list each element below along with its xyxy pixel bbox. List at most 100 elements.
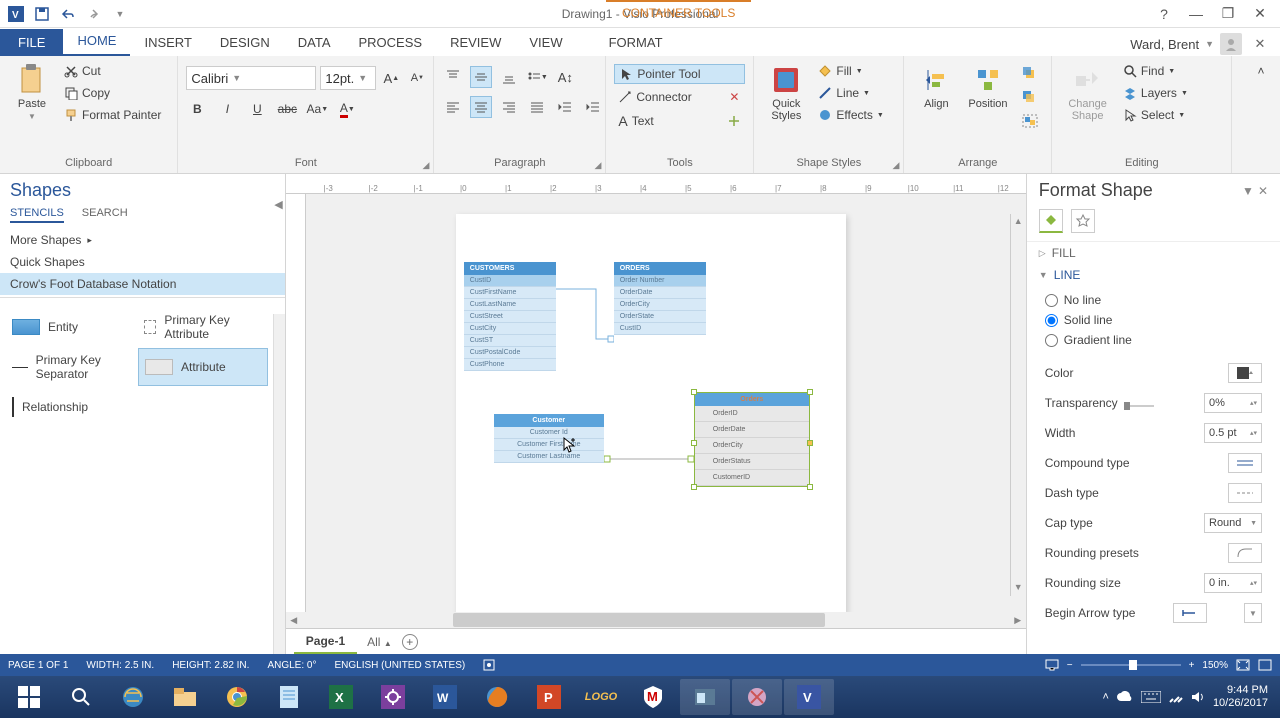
stencils-tab[interactable]: STENCILS: [10, 207, 64, 223]
italic-icon[interactable]: I: [216, 98, 238, 120]
tab-design[interactable]: DESIGN: [206, 29, 284, 56]
text-direction-icon[interactable]: A↕: [554, 66, 576, 88]
taskbar-excel[interactable]: X: [316, 679, 366, 715]
close-window-icon[interactable]: ✕: [1248, 2, 1272, 26]
zoom-level[interactable]: 150%: [1202, 660, 1228, 671]
user-avatar-icon[interactable]: [1220, 33, 1242, 55]
line-section-toggle[interactable]: ▼LINE: [1027, 264, 1280, 286]
underline-icon[interactable]: U: [246, 98, 268, 120]
shape-attribute[interactable]: Attribute: [138, 348, 268, 386]
tab-view[interactable]: VIEW: [515, 29, 576, 56]
align-right-icon[interactable]: [498, 96, 520, 118]
zoom-out-icon[interactable]: −: [1067, 660, 1073, 671]
select-button[interactable]: Select▼: [1119, 106, 1192, 124]
add-page-icon[interactable]: +: [402, 634, 418, 650]
increase-font-icon[interactable]: A▲: [380, 67, 402, 89]
shape-pk-attribute[interactable]: Primary Key Attribute: [138, 308, 268, 346]
taskbar-app1[interactable]: [680, 679, 730, 715]
pointer-tool-button[interactable]: Pointer Tool: [614, 64, 745, 84]
align-center-icon[interactable]: [470, 96, 492, 118]
status-language[interactable]: ENGLISH (UNITED STATES): [334, 660, 465, 671]
paste-button[interactable]: Paste ▼: [8, 60, 56, 125]
justify-icon[interactable]: [526, 96, 548, 118]
rounding-size-input[interactable]: 0 in.▴▾: [1204, 573, 1262, 593]
shapes-collapse-icon[interactable]: ◀: [274, 198, 282, 211]
search-icon[interactable]: [56, 679, 106, 715]
font-launcher-icon[interactable]: ◢: [422, 160, 429, 171]
erd-orders-selected[interactable]: Orders OrderID OrderDate OrderCity Order…: [694, 392, 810, 487]
visio-logo-icon[interactable]: V: [4, 2, 28, 26]
tab-insert[interactable]: INSERT: [130, 29, 205, 56]
taskbar-powerpoint[interactable]: P: [524, 679, 574, 715]
taskbar-settings[interactable]: [368, 679, 418, 715]
status-page[interactable]: PAGE 1 OF 1: [8, 660, 68, 671]
shape-pk-separator[interactable]: Primary Key Separator: [6, 348, 136, 386]
dash-type-picker[interactable]: [1228, 483, 1262, 503]
transparency-input[interactable]: 0%▴▾: [1204, 393, 1262, 413]
connector-x-icon[interactable]: ✕: [723, 86, 745, 108]
macro-record-icon[interactable]: [483, 659, 495, 671]
begin-arrow-input[interactable]: [1173, 603, 1207, 623]
align-left-icon[interactable]: [442, 96, 464, 118]
font-size-combo[interactable]: 12pt.▼: [320, 66, 376, 90]
line-color-picker[interactable]: [1228, 363, 1262, 383]
connection-point-icon[interactable]: [723, 110, 745, 132]
effects-tab-icon[interactable]: [1071, 209, 1095, 233]
tab-home[interactable]: HOME: [63, 27, 130, 56]
change-shape-button[interactable]: Change Shape: [1060, 60, 1115, 126]
canvas-scroll-horizontal[interactable]: ◀ ▶: [286, 612, 1026, 628]
taskbar-logo[interactable]: LOGO: [576, 679, 626, 715]
fill-button[interactable]: Fill▼: [814, 62, 887, 80]
taskbar-explorer[interactable]: [160, 679, 210, 715]
restore-icon[interactable]: ❐: [1216, 2, 1240, 26]
cut-button[interactable]: Cut: [60, 62, 165, 80]
tray-clock[interactable]: 9:44 PM 10/26/2017: [1213, 684, 1268, 710]
file-tab[interactable]: FILE: [0, 29, 63, 56]
layers-button[interactable]: Layers▼: [1119, 84, 1192, 102]
search-tab[interactable]: SEARCH: [82, 207, 128, 223]
tray-onedrive-icon[interactable]: [1117, 691, 1133, 703]
line-button[interactable]: Line▼: [814, 84, 887, 102]
begin-arrow-picker[interactable]: ▼: [1244, 603, 1262, 623]
taskbar-snip[interactable]: [732, 679, 782, 715]
zoom-in-icon[interactable]: +: [1189, 660, 1195, 671]
copy-button[interactable]: Copy: [60, 84, 165, 102]
minimize-icon[interactable]: —: [1184, 2, 1208, 26]
shape-styles-launcher-icon[interactable]: ◢: [892, 160, 899, 171]
tab-process[interactable]: PROCESS: [345, 29, 437, 56]
fill-section-toggle[interactable]: ▷FILL: [1027, 242, 1280, 264]
tray-show-hidden-icon[interactable]: ˄: [1103, 691, 1109, 703]
active-stencil[interactable]: Crow's Foot Database Notation: [0, 273, 285, 295]
strikethrough-icon[interactable]: abc: [276, 98, 298, 120]
full-screen-icon[interactable]: [1258, 659, 1272, 671]
taskbar-firefox[interactable]: [472, 679, 522, 715]
align-middle-icon[interactable]: [470, 66, 492, 88]
fit-page-icon[interactable]: [1236, 659, 1250, 671]
paragraph-launcher-icon[interactable]: ◢: [594, 160, 601, 171]
tray-network-icon[interactable]: [1169, 691, 1183, 703]
align-top-icon[interactable]: [442, 66, 464, 88]
start-button[interactable]: [4, 679, 54, 715]
group-icon[interactable]: [1020, 110, 1042, 132]
redo-icon[interactable]: [82, 2, 106, 26]
tray-keyboard-icon[interactable]: [1141, 691, 1161, 703]
canvas-scroll-vertical[interactable]: ▲▼: [1010, 214, 1026, 596]
bullets-icon[interactable]: ▼: [526, 66, 548, 88]
find-button[interactable]: Find▼: [1119, 62, 1192, 80]
scrollbar-thumb[interactable]: [453, 613, 825, 627]
user-name[interactable]: Ward, Brent: [1130, 37, 1199, 52]
pane-options-icon[interactable]: ▼: [1242, 184, 1254, 198]
decrease-indent-icon[interactable]: [554, 96, 576, 118]
format-painter-button[interactable]: Format Painter: [60, 106, 165, 124]
change-case-icon[interactable]: Aa▼: [306, 98, 328, 120]
text-tool-button[interactable]: AText: [614, 111, 719, 131]
line-width-input[interactable]: 0.5 pt▴▾: [1204, 423, 1262, 443]
more-shapes-item[interactable]: More Shapes▸: [0, 229, 285, 251]
shapes-scrollbar[interactable]: [273, 314, 285, 654]
align-button[interactable]: Align: [912, 60, 960, 114]
page-tab[interactable]: Page-1: [294, 630, 357, 654]
erd-orders-header[interactable]: ORDERS: [614, 262, 706, 275]
send-back-icon[interactable]: [1020, 86, 1042, 108]
solid-line-radio[interactable]: [1045, 314, 1058, 327]
no-line-radio[interactable]: [1045, 294, 1058, 307]
